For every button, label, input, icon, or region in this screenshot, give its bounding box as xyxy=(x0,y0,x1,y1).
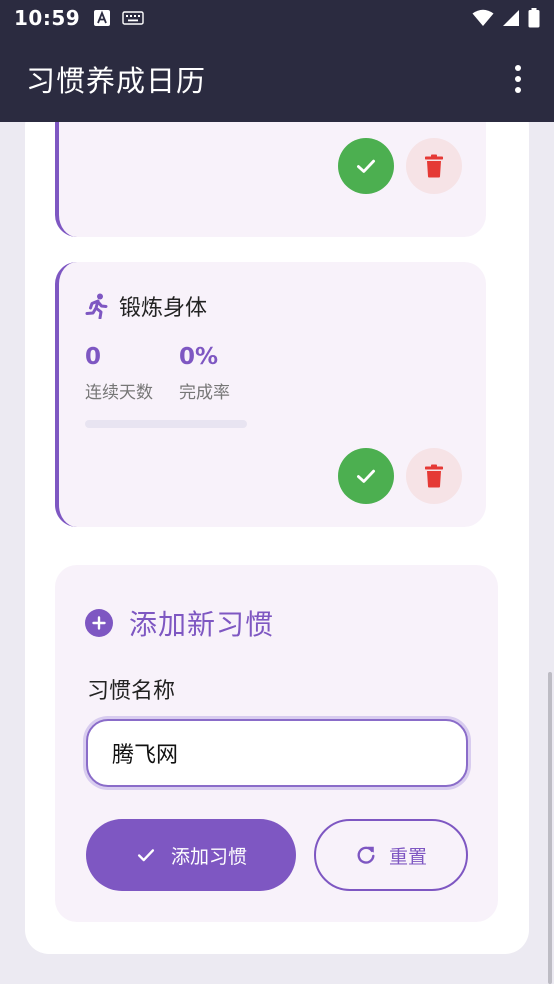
trash-icon xyxy=(425,464,443,488)
status-time: 10:59 xyxy=(14,6,81,30)
add-habit-button-label: 添加习惯 xyxy=(170,845,247,868)
check-icon xyxy=(137,849,155,862)
add-habit-button[interactable]: 添加习惯 xyxy=(86,819,296,891)
habit-progress-bar xyxy=(85,420,247,428)
completion-rate-value: 0% xyxy=(179,344,219,370)
app-title: 习惯养成日历 xyxy=(26,64,207,98)
scrollbar[interactable] xyxy=(548,672,552,984)
reset-button-label: 重置 xyxy=(388,845,427,868)
running-icon xyxy=(85,293,108,319)
check-icon xyxy=(357,469,375,483)
habit-card xyxy=(55,122,486,237)
battery-icon xyxy=(528,8,540,28)
add-circle-icon xyxy=(85,609,113,637)
streak-days-label: 连续天数 xyxy=(85,383,153,403)
wifi-icon xyxy=(472,9,494,26)
delete-habit-button[interactable] xyxy=(406,448,462,504)
completion-rate-label: 完成率 xyxy=(179,383,230,403)
habit-card: 锻炼身体 0 连续天数 0% 完成率 xyxy=(55,262,486,527)
streak-days-value: 0 xyxy=(85,344,102,370)
complete-habit-button[interactable] xyxy=(338,138,394,194)
signal-icon xyxy=(503,10,519,26)
add-habit-section: 添加新习惯 习惯名称 添加习惯 重置 xyxy=(55,565,498,922)
add-habit-title: 添加新习惯 xyxy=(129,608,275,641)
refresh-icon xyxy=(357,846,375,864)
main-content: 锻炼身体 0 连续天数 0% 完成率 添加新习惯 习惯名称 腾飞网 添加习惯 重… xyxy=(0,122,554,984)
app-bar: 习惯养成日历 xyxy=(0,36,554,122)
delete-habit-button[interactable] xyxy=(406,138,462,194)
habit-name-label: 习惯名称 xyxy=(87,679,176,704)
reset-button[interactable]: 重置 xyxy=(314,819,468,891)
habit-name-input[interactable] xyxy=(86,719,468,787)
trash-icon xyxy=(425,154,443,178)
more-vert-icon[interactable] xyxy=(498,59,538,99)
complete-habit-button[interactable] xyxy=(338,448,394,504)
habit-title: 锻炼身体 xyxy=(119,296,208,321)
status-bar: 10:59 xyxy=(0,0,554,36)
text-a-icon xyxy=(94,10,111,26)
keyboard-icon xyxy=(122,11,144,25)
check-icon xyxy=(357,159,375,173)
habit-stats: 0 连续天数 0% 完成率 xyxy=(85,344,230,403)
